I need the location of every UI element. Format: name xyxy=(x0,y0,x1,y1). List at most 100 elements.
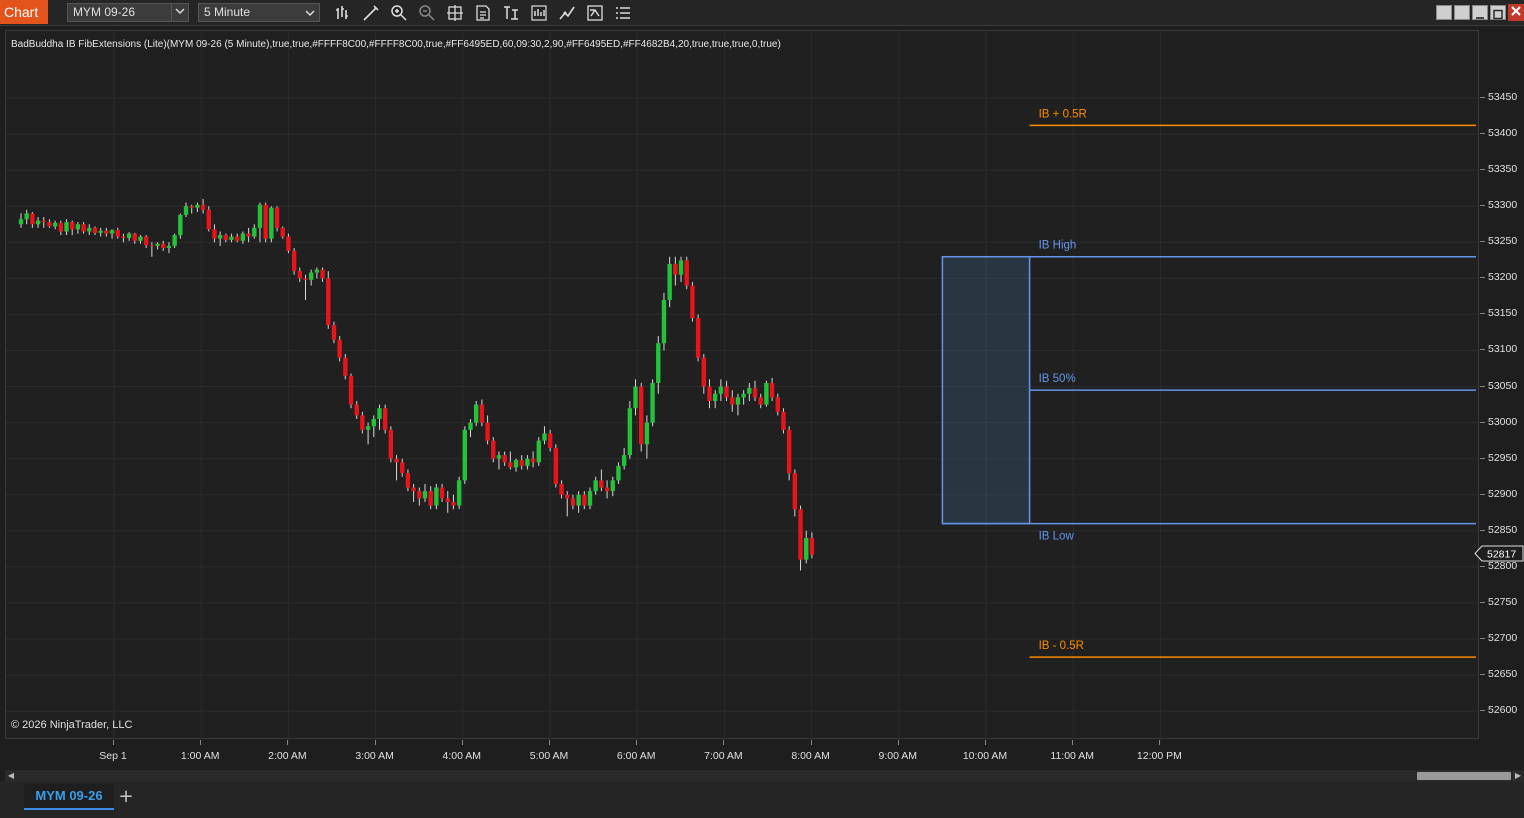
x-axis-label: 11:00 AM xyxy=(1050,750,1094,762)
y-axis-tick xyxy=(1480,457,1485,459)
bar-type-icon[interactable] xyxy=(334,4,352,22)
candle-body xyxy=(75,224,81,230)
maximize-icon xyxy=(1493,9,1503,20)
candle-body xyxy=(81,224,86,232)
timeframe-selector[interactable]: 5 Minute xyxy=(198,3,320,22)
candle-body xyxy=(257,204,263,228)
candle-body xyxy=(513,460,519,468)
price-chart[interactable]: IB + 0.5R IB High IB 50% IB Low IB - 0.5R xyxy=(6,31,1480,740)
candle-body xyxy=(64,222,69,232)
x-axis-tick xyxy=(200,740,202,745)
instrument-selector[interactable]: MYM 09-26 xyxy=(67,3,172,22)
candle-body xyxy=(235,236,240,241)
app-window: Chart MYM 09-26 5 Minute IB + 0.5R IB Hi… xyxy=(0,0,1524,818)
properties-icon[interactable] xyxy=(614,4,632,22)
candle-body xyxy=(280,227,285,237)
candle-body xyxy=(747,388,752,394)
candle-body xyxy=(286,236,291,251)
chevron-down-icon xyxy=(305,10,315,17)
horizontal-scrollbar[interactable]: ◀ ▶ xyxy=(5,770,1524,782)
candle-body xyxy=(212,229,217,239)
candle-body xyxy=(58,222,64,232)
x-axis-label: 12:00 PM xyxy=(1136,750,1182,762)
candle-body xyxy=(610,480,615,492)
indicator-label[interactable]: BadBuddha IB FibExtensions (Lite)(MYM 09… xyxy=(11,39,781,50)
x-axis-tick xyxy=(1159,740,1161,745)
candle-body xyxy=(673,263,678,275)
instrument-dropdown-button[interactable] xyxy=(171,3,189,22)
add-tab-button[interactable]: + xyxy=(116,786,136,808)
candle-body xyxy=(263,204,268,239)
x-axis-tick xyxy=(636,740,638,745)
candle-body xyxy=(166,245,172,249)
price-axis[interactable]: 53450 53400 53350 53300 53250 53200 53150 53100… xyxy=(1480,30,1524,739)
candle-body xyxy=(206,209,211,230)
y-axis-label: 53400 xyxy=(1488,127,1518,140)
y-axis-tick xyxy=(1480,674,1485,676)
scroll-left-arrow-icon[interactable]: ◀ xyxy=(5,770,17,782)
maximize-button[interactable] xyxy=(1490,5,1506,20)
timeframe-dropdown-chevron[interactable] xyxy=(304,5,316,24)
candle-body xyxy=(343,357,348,376)
chart-trader-icon[interactable] xyxy=(502,4,520,22)
x-axis-tick xyxy=(897,740,899,745)
candle-body xyxy=(667,263,672,300)
candle-body xyxy=(798,509,803,560)
candle-body xyxy=(377,408,382,420)
candle-body xyxy=(297,271,303,279)
y-axis-tick xyxy=(1480,169,1485,171)
close-button[interactable] xyxy=(1508,4,1524,21)
candle-body xyxy=(593,480,598,492)
x-axis-tick xyxy=(374,740,376,745)
scroll-thumb[interactable] xyxy=(1417,772,1511,780)
chart-panel[interactable]: IB + 0.5R IB High IB 50% IB Low IB - 0.5R Ba… xyxy=(5,30,1480,740)
templates-icon[interactable] xyxy=(586,4,604,22)
drawing-tools-icon[interactable] xyxy=(362,4,380,22)
candle-body xyxy=(138,236,143,241)
candle-body xyxy=(394,458,399,463)
x-axis-label: 9:00 AM xyxy=(878,750,918,762)
x-axis-tick xyxy=(810,740,812,745)
chevron-down-icon xyxy=(175,8,185,15)
zoom-out-icon[interactable] xyxy=(418,4,436,22)
indicators-icon[interactable] xyxy=(530,4,548,22)
candle-body xyxy=(337,339,342,358)
tab-instrument[interactable]: MYM 09-26 xyxy=(24,784,114,810)
candle-body xyxy=(161,243,166,249)
y-axis-tick xyxy=(1480,241,1485,243)
candle-body xyxy=(474,404,479,423)
level-label: IB High xyxy=(1039,240,1077,252)
data-box-icon[interactable] xyxy=(474,4,492,22)
strategies-icon[interactable] xyxy=(558,4,576,22)
candle-body xyxy=(223,235,229,241)
candle-body xyxy=(143,236,149,246)
candle-body xyxy=(786,429,792,474)
candle-body xyxy=(479,404,485,423)
zoom-in-icon[interactable] xyxy=(390,4,408,22)
crosshair-icon[interactable] xyxy=(446,4,464,22)
candle-body xyxy=(365,426,371,430)
candle-body xyxy=(331,325,337,340)
y-axis-label: 52650 xyxy=(1488,668,1518,681)
candle-body xyxy=(775,397,780,412)
candle-body xyxy=(183,206,189,215)
candle-body xyxy=(217,235,223,239)
candle-body xyxy=(690,285,695,319)
x-axis-label: 3:00 AM xyxy=(355,750,394,762)
window-pin-button[interactable] xyxy=(1454,5,1470,20)
candle-body xyxy=(121,236,126,238)
candle-body xyxy=(468,422,473,430)
time-axis[interactable]: Sep 1 1:00 AM 2:00 AM 3:00 AM 4:00 AM 5:00 AM… xyxy=(5,740,1479,770)
window-tile-button[interactable] xyxy=(1436,5,1452,20)
x-axis-tick xyxy=(723,740,725,745)
candle-body xyxy=(400,462,405,474)
y-axis-label: 52900 xyxy=(1488,487,1518,500)
chart-title-tab[interactable]: Chart xyxy=(0,0,48,24)
x-axis-tick xyxy=(287,740,289,745)
y-axis-tick xyxy=(1480,421,1485,423)
y-axis-tick xyxy=(1480,493,1485,495)
candle-body xyxy=(422,491,428,499)
x-axis-tick xyxy=(1072,740,1074,745)
minimize-button[interactable] xyxy=(1472,5,1488,20)
scroll-right-arrow-icon[interactable]: ▶ xyxy=(1512,770,1524,782)
